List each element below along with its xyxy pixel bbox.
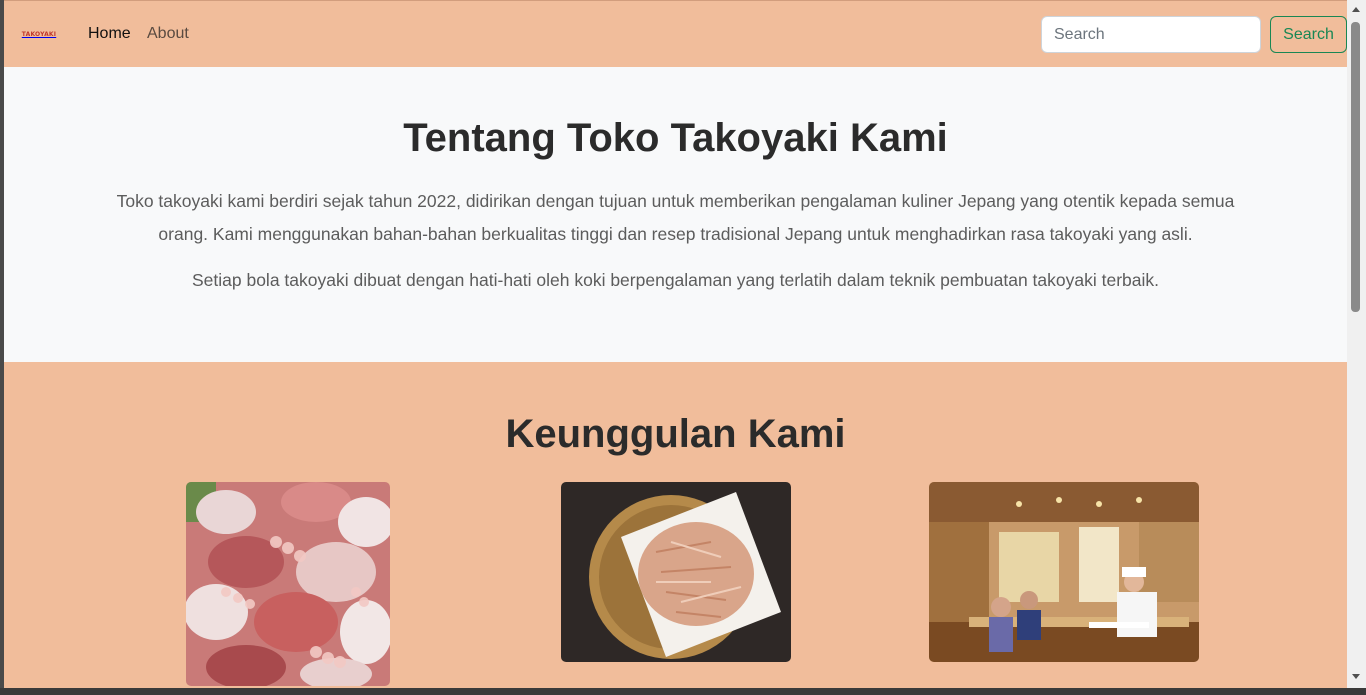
vertical-scrollbar[interactable] [1347, 0, 1366, 688]
about-title: Tentang Toko Takoyaki Kami [403, 116, 948, 160]
bonito-flakes-image [561, 482, 791, 662]
window-bottom-edge [0, 688, 1366, 695]
navbar: TAKOYAKI Home About Search [4, 0, 1347, 67]
brand-logo[interactable]: TAKOYAKI [16, 29, 62, 39]
nav-link-about[interactable]: About [147, 23, 189, 45]
about-paragraph-craft: Setiap bola takoyaki dibuat dengan hati-… [191, 270, 1159, 290]
scroll-down-arrow-icon[interactable] [1352, 674, 1360, 679]
search-input[interactable] [1041, 16, 1261, 53]
search-button[interactable]: Search [1270, 16, 1347, 53]
page-viewport: TAKOYAKI Home About Search Tentang Toko … [4, 0, 1347, 688]
brand-logo-text: TAKOYAKI [21, 30, 57, 38]
nav-link-home[interactable]: Home [88, 23, 131, 45]
about-paragraph-history: Toko takoyaki kami berdiri sejak tahun 2… [116, 191, 1235, 244]
features-section: Keunggulan Kami [4, 362, 1347, 688]
chef-restaurant-image [929, 482, 1199, 662]
about-section: Tentang Toko Takoyaki Kami Toko takoyaki… [4, 67, 1347, 362]
octopus-image [186, 482, 390, 686]
scroll-up-arrow-icon[interactable] [1352, 7, 1360, 12]
features-title: Keunggulan Kami [505, 412, 846, 456]
scroll-thumb[interactable] [1351, 22, 1360, 312]
